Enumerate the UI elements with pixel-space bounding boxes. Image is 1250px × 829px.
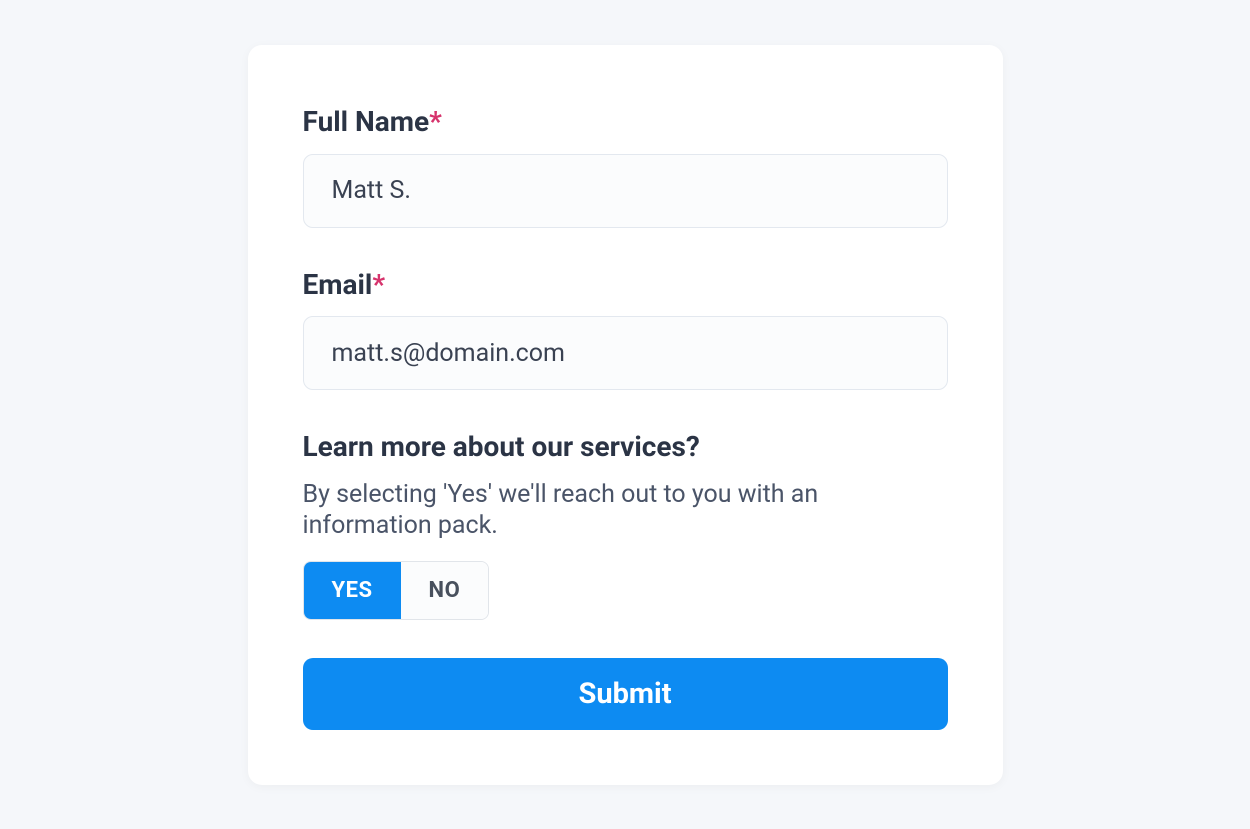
email-label-text: Email <box>303 268 373 301</box>
email-input[interactable] <box>303 316 948 390</box>
email-label: Email* <box>303 268 948 302</box>
form-card: Full Name* Email* Learn more about our s… <box>248 45 1003 785</box>
full-name-label-text: Full Name <box>303 105 430 138</box>
toggle-yes-button[interactable]: YES <box>304 562 401 619</box>
full-name-input[interactable] <box>303 154 948 228</box>
email-field: Email* <box>303 268 948 391</box>
toggle-no-button[interactable]: NO <box>401 562 489 619</box>
required-mark: * <box>372 268 385 301</box>
required-mark: * <box>429 105 442 138</box>
full-name-label: Full Name* <box>303 105 948 139</box>
learn-more-toggle: YES NO <box>303 561 490 620</box>
learn-more-label: Learn more about our services? <box>303 430 948 464</box>
submit-button[interactable]: Submit <box>303 658 948 730</box>
learn-more-helper: By selecting 'Yes' we'll reach out to yo… <box>303 479 948 542</box>
learn-more-field: Learn more about our services? By select… <box>303 430 948 620</box>
full-name-field: Full Name* <box>303 105 948 228</box>
